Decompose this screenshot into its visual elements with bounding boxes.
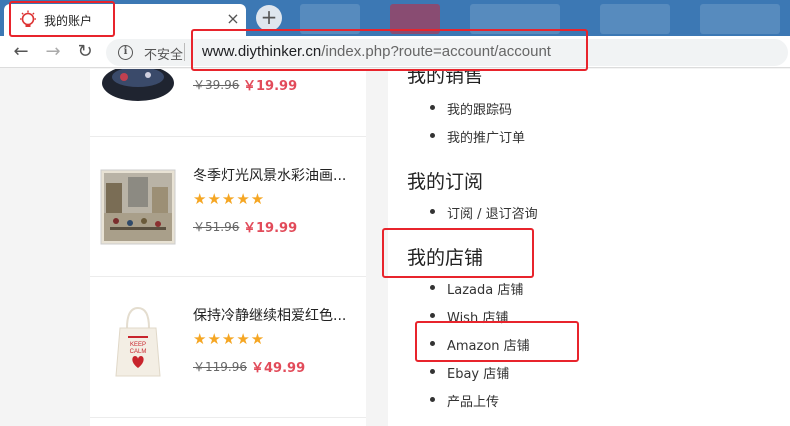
tote-keep-text: KEEP bbox=[130, 342, 146, 348]
new-tab-button[interactable]: + bbox=[256, 5, 282, 31]
product-sale-price: ￥19.99 bbox=[243, 79, 298, 94]
security-label[interactable]: 不安全 bbox=[144, 44, 183, 63]
link-lazada-store[interactable]: Lazada 店铺 bbox=[447, 279, 523, 298]
info-icon[interactable]: i bbox=[118, 45, 133, 60]
list-bullet bbox=[430, 133, 435, 138]
product-name[interactable]: 保持冷静继续相爱红色... bbox=[193, 305, 359, 325]
star-rating: ★★★★★ bbox=[193, 330, 266, 348]
product-sale-price: ￥19.99 bbox=[243, 221, 298, 236]
url-separator bbox=[184, 43, 185, 61]
product-old-price: ￥119.96 bbox=[193, 360, 247, 374]
product-old-price: ￥51.96 bbox=[193, 220, 240, 234]
list-bullet bbox=[430, 397, 435, 402]
list-bullet bbox=[430, 209, 435, 214]
list-bullet bbox=[430, 313, 435, 318]
product-thumbnail[interactable] bbox=[100, 69, 176, 103]
product-item[interactable]: 冬季灯光风景水彩油画... ★★★★★ ￥51.96 ￥19.99 bbox=[90, 137, 366, 277]
product-sale-price: ￥49.99 bbox=[251, 361, 306, 376]
background-tab-decoration bbox=[600, 4, 670, 34]
highlight-box-url bbox=[191, 29, 588, 71]
highlight-box-amazon bbox=[415, 321, 579, 362]
link-product-upload[interactable]: 产品上传 bbox=[447, 391, 499, 410]
highlight-box-stores bbox=[382, 228, 534, 278]
product-thumbnail[interactable]: KEEP CALM bbox=[100, 304, 176, 380]
highlight-box-tab bbox=[9, 1, 115, 37]
product-sidebar: ￥39.96 ￥19.99 冬季灯光风景水彩油画... ★★★★★ ￥51.96 bbox=[90, 69, 366, 426]
star-rating: ★★★★★ bbox=[193, 190, 266, 208]
product-item[interactable]: ￥39.96 ￥19.99 bbox=[90, 69, 366, 137]
product-name[interactable]: 冬季灯光风景水彩油画... bbox=[193, 165, 359, 185]
tab-close-icon[interactable]: × bbox=[224, 9, 242, 29]
background-tab-decoration bbox=[700, 4, 780, 34]
product-old-price: ￥39.96 bbox=[193, 78, 240, 92]
section-title-sales: 我的销售 bbox=[407, 69, 484, 87]
list-bullet bbox=[430, 369, 435, 374]
back-arrow-icon[interactable]: ← bbox=[10, 41, 32, 63]
link-ebay-store[interactable]: Ebay 店铺 bbox=[447, 363, 509, 382]
link-affiliate-orders[interactable]: 我的推广订单 bbox=[447, 127, 525, 146]
link-newsletter[interactable]: 订阅 / 退订咨询 bbox=[447, 203, 538, 222]
section-title-subscription: 我的订阅 bbox=[407, 171, 484, 193]
link-tracking-code[interactable]: 我的跟踪码 bbox=[447, 99, 512, 118]
product-item[interactable]: KEEP CALM 保持冷静继续相爱红色... ★★★★★ ￥119.96 ￥4… bbox=[90, 278, 366, 418]
reload-icon[interactable]: ↻ bbox=[74, 41, 96, 63]
list-bullet bbox=[430, 285, 435, 290]
forward-arrow-icon[interactable]: → bbox=[42, 41, 64, 63]
tote-calm-text: CALM bbox=[130, 349, 147, 355]
list-bullet bbox=[430, 105, 435, 110]
product-thumbnail[interactable] bbox=[100, 169, 176, 245]
